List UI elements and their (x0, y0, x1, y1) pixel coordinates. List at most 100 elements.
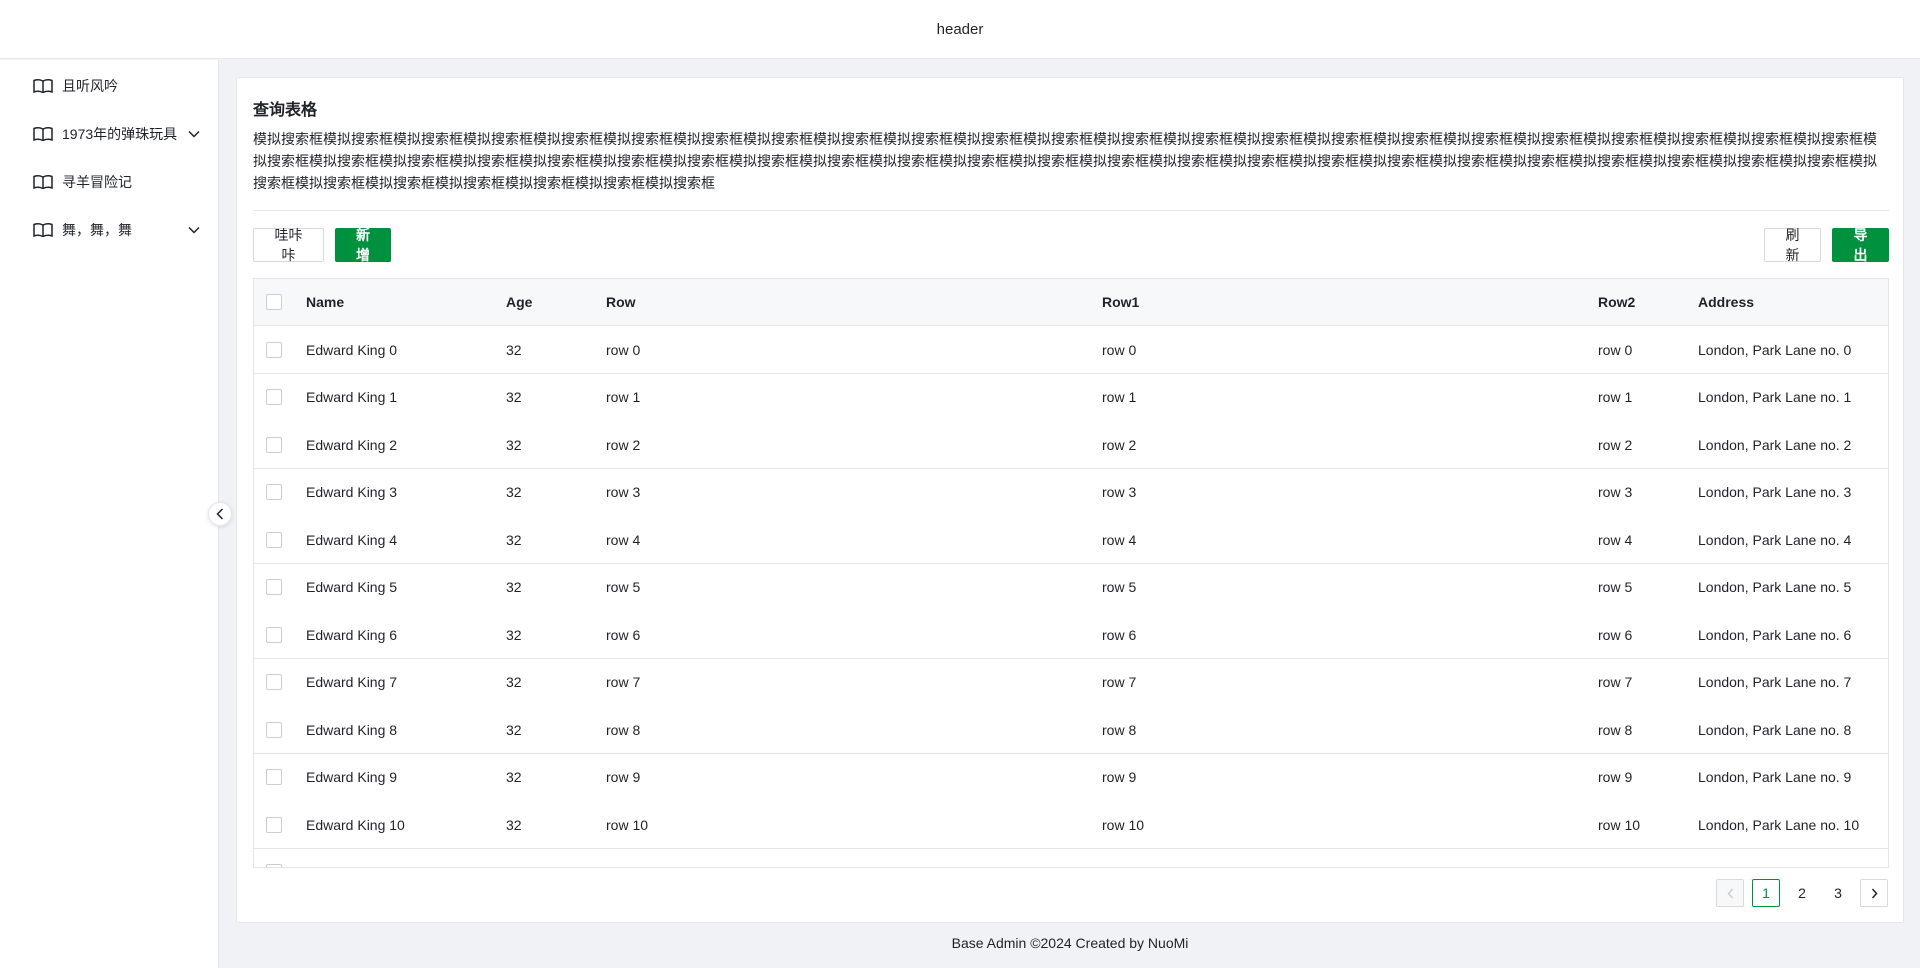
pagination-prev-button[interactable] (1716, 879, 1744, 907)
cell-age: 32 (506, 769, 522, 785)
row-checkbox[interactable] (266, 579, 282, 595)
row-select-cell (266, 801, 282, 848)
column-header-row2[interactable]: Row2 (1598, 279, 1635, 325)
cell-address: London, Park Lane no. 2 (1698, 436, 1852, 453)
cell-address: London, Park Lane no. 5 (1698, 579, 1852, 595)
row-checkbox[interactable] (266, 769, 282, 785)
pagination-page-2[interactable]: 2 (1788, 879, 1816, 907)
cell-row1: row 7 (1102, 674, 1137, 690)
sidebar-item-0[interactable]: 且听风吟 (0, 66, 219, 106)
cell-row: row 6 (606, 626, 641, 643)
column-header-address[interactable]: Address (1698, 279, 1754, 325)
cell-row1: row 10 (1102, 816, 1145, 833)
row-checkbox[interactable] (266, 389, 282, 405)
row-checkbox[interactable] (266, 626, 282, 643)
table-row: Edward King 8 32 row 8 row 8 row 8 London, Pa… (254, 706, 1888, 754)
row-checkbox[interactable] (266, 531, 282, 548)
cell-address: London, Park Lane no. 6 (1698, 626, 1852, 643)
export-button[interactable]: 导出 (1832, 227, 1889, 263)
row-select-cell (266, 564, 282, 611)
cell-row1: row 8 (1102, 721, 1137, 738)
cell-age: 32 (506, 341, 522, 358)
pagination-next-button[interactable] (1860, 879, 1888, 907)
cell-age: 32 (506, 389, 522, 405)
cell-address: London, Park Lane no. 11 (1698, 849, 1858, 867)
cell-age: 32 (506, 721, 522, 738)
cell-name: Edward King 0 (306, 341, 398, 358)
row-checkbox[interactable] (266, 484, 282, 500)
cell-address: London, Park Lane no. 10 (1698, 816, 1860, 833)
data-table: Name Age Row Row1 Row2 Address Edward Ki… (253, 278, 1889, 868)
add-button[interactable]: 新增 (335, 227, 391, 263)
cell-age: 32 (506, 484, 522, 500)
row-checkbox[interactable] (266, 816, 282, 833)
row-checkbox[interactable] (266, 436, 282, 453)
cell-row: row 10 (606, 816, 649, 833)
pagination-page-1[interactable]: 1 (1752, 879, 1780, 907)
cell-row2: row 1 (1598, 389, 1633, 405)
sidebar-item-label: 1973年的弹珠玩具 (62, 126, 178, 142)
cell-row1: row 2 (1102, 436, 1137, 453)
cell-name: Edward King 9 (306, 769, 398, 785)
app-header: header (0, 0, 1920, 59)
cell-name: Edward King 8 (306, 721, 398, 738)
pagination-page-3[interactable]: 3 (1824, 879, 1852, 907)
cell-name: Edward King 3 (306, 484, 398, 500)
chevron-left-icon (216, 508, 224, 520)
sidebar-item-2[interactable]: 寻羊冒险记 (0, 162, 219, 202)
cell-row2: row 0 (1598, 341, 1633, 358)
book-icon (32, 173, 54, 191)
table-row: Edward King 1 32 row 1 row 1 row 1 London, Pa… (254, 373, 1888, 422)
cell-address: London, Park Lane no. 9 (1698, 769, 1852, 785)
select-all-checkbox[interactable] (266, 294, 282, 310)
cell-name: Edward King 4 (306, 531, 398, 548)
cell-row2: row 6 (1598, 626, 1633, 643)
cell-row: row 2 (606, 436, 641, 453)
cell-row: row 1 (606, 389, 641, 405)
refresh-button[interactable]: 刷新 (1764, 227, 1821, 263)
row-checkbox[interactable] (266, 721, 282, 738)
row-checkbox[interactable] (266, 674, 282, 690)
cell-address: London, Park Lane no. 0 (1698, 341, 1852, 358)
table-row: Edward King 0 32 row 0 row 0 row 0 London, Pa… (254, 326, 1888, 374)
column-header-row1[interactable]: Row1 (1102, 279, 1139, 325)
table-row: Edward King 7 32 row 7 row 7 row 7 London, Pa… (254, 658, 1888, 707)
cell-address: London, Park Lane no. 1 (1698, 389, 1852, 405)
sidebar: 且听风吟 1973年的弹珠玩具 寻羊冒险记 舞，舞，舞 (0, 60, 219, 968)
footer: Base Admin ©2024 Created by NuoMi (951, 935, 1189, 951)
card-description: 模拟搜索框模拟搜索框模拟搜索框模拟搜索框模拟搜索框模拟搜索框模拟搜索框模拟搜索框… (253, 131, 1877, 191)
page-title: 查询表格 (253, 102, 318, 119)
cell-name: Edward King 7 (306, 674, 398, 690)
column-header-name[interactable]: Name (306, 279, 344, 325)
cell-row1: row 11 (1102, 849, 1143, 867)
cell-row2: row 5 (1598, 579, 1633, 595)
table-row: Edward King 2 32 row 2 row 2 row 2 London, Pa… (254, 421, 1888, 469)
cell-row1: row 5 (1102, 579, 1137, 595)
row-select-cell (266, 659, 282, 706)
book-icon (32, 77, 54, 95)
sidebar-item-label: 且听风吟 (62, 78, 118, 94)
row-checkbox[interactable] (266, 341, 282, 358)
sidebar-collapse-button[interactable] (208, 502, 232, 526)
row-checkbox[interactable] (266, 864, 282, 867)
sidebar-item-1[interactable]: 1973年的弹珠玩具 (0, 114, 219, 154)
column-header-row[interactable]: Row (606, 279, 636, 325)
column-header-age[interactable]: Age (506, 279, 532, 325)
chevron-down-icon (187, 127, 201, 141)
cell-row2: row 3 (1598, 484, 1633, 500)
cell-age: 32 (506, 436, 522, 453)
wakaka-button[interactable]: 哇咔咔 (253, 227, 324, 263)
sidebar-item-3[interactable]: 舞，舞，舞 (0, 210, 219, 250)
table-row: Edward King 4 32 row 4 row 4 row 4 London, Pa… (254, 516, 1888, 564)
cell-row1: row 4 (1102, 531, 1137, 548)
cell-age: 32 (506, 849, 522, 867)
cell-address: London, Park Lane no. 7 (1698, 674, 1852, 690)
cell-age: 32 (506, 626, 522, 643)
table-row: Edward King 3 32 row 3 row 3 row 3 London, Pa… (254, 468, 1888, 517)
cell-name: Edward King 5 (306, 579, 398, 595)
chevron-down-icon (187, 223, 201, 237)
book-icon (32, 125, 54, 143)
row-select-cell (266, 849, 282, 867)
cell-row2: row 4 (1598, 531, 1633, 548)
cell-row1: row 6 (1102, 626, 1137, 643)
